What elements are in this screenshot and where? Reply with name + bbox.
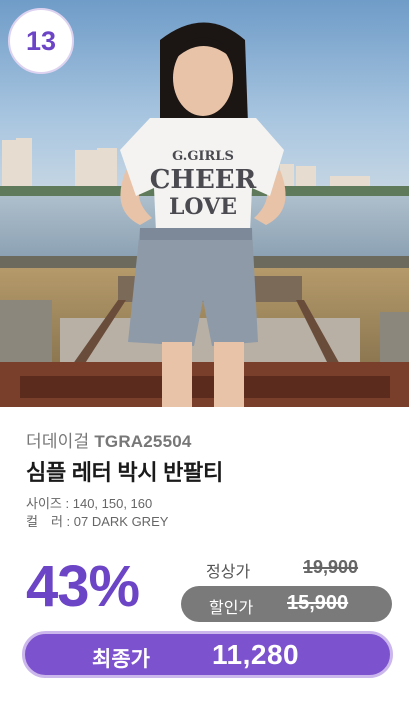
brand-line: 더데이걸 TGRA25504 <box>26 427 192 452</box>
spec-separator: : <box>61 496 73 511</box>
spec-separator: : <box>62 514 74 529</box>
size-value: 140, 150, 160 <box>72 496 153 511</box>
regular-price-label: 정상가 <box>206 564 251 581</box>
product-photo[interactable]: G.GIRLS CHEER LOVE 13 <box>0 0 409 407</box>
regular-price-row: 정상가 19,900 <box>186 555 386 581</box>
sale-price-value: 15,900 <box>287 592 349 614</box>
product-title[interactable]: 심플 레터 박시 반팔티 <box>26 455 223 487</box>
discount-rate: 43% <box>26 554 140 619</box>
rank-number: 13 <box>25 25 57 56</box>
final-price-button[interactable]: 최종가 11,280 <box>22 631 393 678</box>
color-label: 컬 러 <box>26 514 63 529</box>
color-value: 07 DARK GREY <box>73 514 169 529</box>
size-spec: 사이즈 : 140, 150, 160 <box>26 493 152 512</box>
rank-badge: 13 <box>8 8 74 74</box>
final-price-label: 최종가 <box>92 648 150 671</box>
final-price-value: 11,280 <box>212 639 300 670</box>
sale-price-label: 할인가 <box>209 600 254 617</box>
shirt-print-line-2: CHEER <box>150 165 257 195</box>
regular-price-value: 19,900 <box>303 557 359 577</box>
size-label: 사이즈 <box>26 496 62 511</box>
product-code: TGRA25504 <box>94 432 192 451</box>
brand-name: 더데이걸 <box>26 432 90 451</box>
shirt-print-line-3: LOVE <box>169 194 237 220</box>
sale-price-pill: 할인가 15,900 <box>181 586 392 622</box>
product-card[interactable]: G.GIRLS CHEER LOVE 13 더데이걸 TGRA25504 심플 … <box>0 0 409 714</box>
shirt-print-line-1: G.GIRLS <box>172 149 234 164</box>
color-spec: 컬 러 : 07 DARK GREY <box>26 511 168 530</box>
